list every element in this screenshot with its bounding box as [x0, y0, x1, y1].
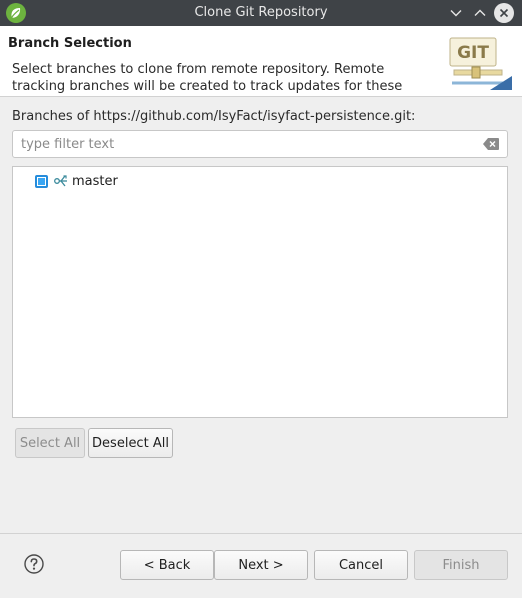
filter-field — [12, 130, 508, 158]
next-button[interactable]: Next > — [214, 550, 308, 580]
branch-checkbox[interactable] — [35, 174, 48, 188]
branch-icon — [54, 175, 67, 187]
page-description: Select branches to clone from remote rep… — [12, 62, 403, 94]
git-graphic-text: GIT — [457, 43, 489, 63]
window-title: Clone Git Repository — [194, 5, 328, 20]
wizard-banner: Branch Selection Select branches to clon… — [0, 26, 522, 97]
cancel-button[interactable]: Cancel — [314, 550, 408, 580]
title-bar: Clone Git Repository — [0, 0, 522, 26]
select-all-button[interactable]: Select All — [15, 428, 85, 458]
footer-divider — [0, 533, 522, 534]
close-button[interactable] — [494, 3, 514, 23]
list-item[interactable]: master — [35, 172, 118, 190]
checkbox-checked-indicator — [37, 176, 46, 186]
maximize-button[interactable] — [470, 3, 490, 23]
branch-tree[interactable]: master — [12, 166, 508, 418]
branch-name: master — [72, 173, 118, 189]
chevron-down-icon — [450, 10, 462, 17]
git-wizard-graphic-icon: GIT — [449, 37, 512, 90]
filter-input[interactable] — [21, 135, 471, 153]
chevron-up-icon — [474, 9, 486, 16]
clear-filter-icon[interactable] — [483, 138, 499, 150]
help-icon[interactable] — [24, 554, 44, 574]
branches-label: Branches of https://github.com/IsyFact/i… — [12, 109, 416, 124]
back-button[interactable]: < Back — [120, 550, 214, 580]
page-title: Branch Selection — [8, 36, 132, 51]
finish-button[interactable]: Finish — [414, 550, 508, 580]
minimize-button[interactable] — [446, 3, 466, 23]
deselect-all-button[interactable]: Deselect All — [88, 428, 173, 458]
close-icon — [499, 8, 509, 18]
